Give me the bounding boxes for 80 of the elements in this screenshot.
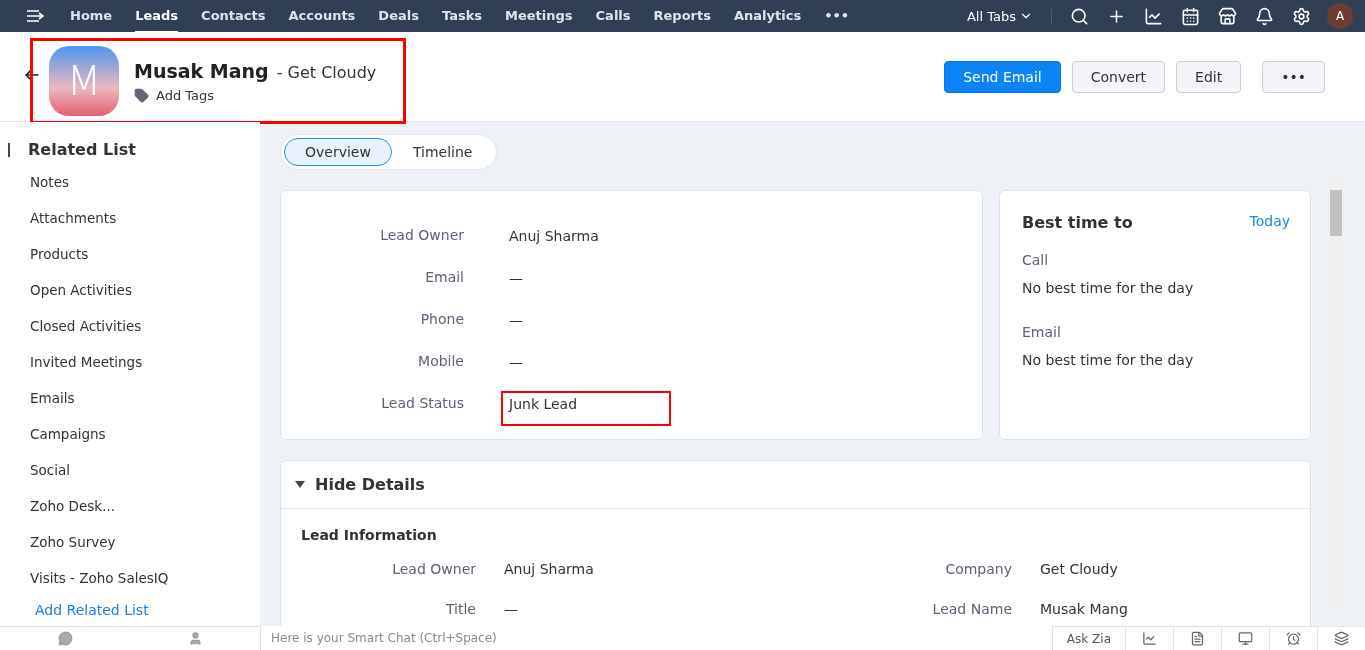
related-list-item[interactable]: Attachments [0, 201, 260, 237]
related-list-item[interactable]: Zoho Survey [0, 525, 260, 561]
field-value: — [504, 601, 519, 617]
more-button[interactable]: ••• [1262, 60, 1325, 93]
all-tabs-dropdown[interactable]: All Tabs [966, 8, 1052, 24]
field-label: Email [1022, 324, 1062, 340]
nav-tab[interactable]: Reports [653, 0, 711, 33]
section-title: Lead Information [300, 526, 438, 545]
field-label: Call [1022, 252, 1050, 268]
contacts-icon[interactable] [187, 631, 203, 646]
related-list-item[interactable]: Products [0, 237, 260, 273]
view-tab[interactable]: Timeline [391, 138, 494, 166]
field-value: Get Cloudy [1040, 561, 1119, 577]
related-list-item[interactable]: Notes [0, 165, 260, 201]
card-title: Best time to [1022, 213, 1133, 232]
menu-icon[interactable] [26, 9, 44, 23]
nav-tab[interactable]: Accounts [288, 0, 356, 33]
smart-chat-field[interactable]: Here is your Smart Chat (Ctrl+Space) [260, 626, 1052, 650]
monitor-icon[interactable] [1221, 626, 1269, 650]
related-list-item[interactable]: Invited Meetings [0, 345, 260, 381]
field-value: No best time for the day [1022, 352, 1195, 368]
related-list-item[interactable]: Visits - Zoho SalesIQ [0, 561, 260, 597]
field-label: Lead Name [931, 601, 1012, 617]
search-icon[interactable] [1070, 6, 1089, 26]
nav-tab[interactable]: Contacts [201, 0, 266, 33]
expand-triangle-icon [295, 480, 305, 489]
nav-tab[interactable]: Deals [378, 0, 419, 33]
related-list-item[interactable]: Open Activities [0, 273, 260, 309]
action-button[interactable]: Edit [1176, 60, 1242, 93]
record-name: Musak Mang [134, 59, 269, 82]
send-button[interactable]: Send Email [944, 60, 1061, 93]
nav-tab[interactable]: Analytics [734, 0, 802, 33]
record-avatar: M [49, 46, 119, 116]
related-list-item[interactable]: Social [0, 453, 260, 489]
ask-zia-button[interactable]: Ask Zia [1051, 626, 1125, 650]
store-icon[interactable] [1218, 6, 1237, 26]
nav-tab[interactable]: Meetings [505, 0, 573, 33]
field-value: — [508, 353, 524, 372]
field-label: Email [424, 268, 464, 285]
bell-icon[interactable] [1255, 6, 1274, 26]
field-label: Mobile [417, 352, 464, 369]
today-link[interactable]: Today [1249, 213, 1290, 232]
settings-icon[interactable] [1292, 6, 1311, 26]
tag-icon [134, 87, 149, 103]
calendar-icon[interactable] [1181, 6, 1200, 26]
field-value: No best time for the day [1022, 280, 1195, 296]
field-label: Lead Owner [391, 561, 476, 577]
chart-icon[interactable] [1144, 6, 1163, 26]
field-label: Lead Owner [379, 226, 464, 243]
action-button[interactable]: Convert [1071, 60, 1166, 93]
document-icon[interactable] [1173, 626, 1221, 650]
more-tabs-button[interactable]: ••• [824, 0, 850, 33]
add-tags-link[interactable]: Add Tags [134, 87, 377, 103]
record-company: - Get Cloudy [276, 62, 377, 82]
field-value: Anuj Sharma [504, 561, 595, 577]
nav-tab[interactable]: Home [70, 0, 113, 33]
related-list-title: Related List [0, 140, 260, 159]
field-label: Lead Status [380, 394, 464, 411]
view-tab[interactable]: Overview [284, 138, 392, 166]
field-value: Junk Lead [501, 391, 672, 426]
scrollbar[interactable] [1329, 178, 1343, 608]
hide-details-toggle[interactable]: Hide Details [281, 461, 1310, 509]
user-avatar[interactable]: A [1327, 3, 1353, 29]
field-value: — [508, 269, 524, 288]
layers-icon[interactable] [1317, 626, 1365, 650]
alarm-clock-icon[interactable] [1269, 626, 1317, 650]
related-list-item[interactable]: Campaigns [0, 417, 260, 453]
field-label: Phone [419, 310, 464, 327]
field-value: — [508, 311, 524, 330]
nav-tab[interactable]: Tasks [441, 0, 483, 33]
related-list-item[interactable]: Emails [0, 381, 260, 417]
nav-tab[interactable]: Calls [595, 0, 631, 33]
chat-icon[interactable] [57, 631, 73, 646]
field-value: Anuj Sharma [508, 227, 600, 246]
field-label: Title [445, 601, 476, 617]
field-value: Musak Mang [1040, 601, 1129, 617]
related-list-item[interactable]: Zoho Desk... [0, 489, 260, 525]
field-label: Company [944, 561, 1012, 577]
related-list-item[interactable]: Closed Activities [0, 309, 260, 345]
add-related-list-link[interactable]: Add Related List [0, 597, 260, 618]
